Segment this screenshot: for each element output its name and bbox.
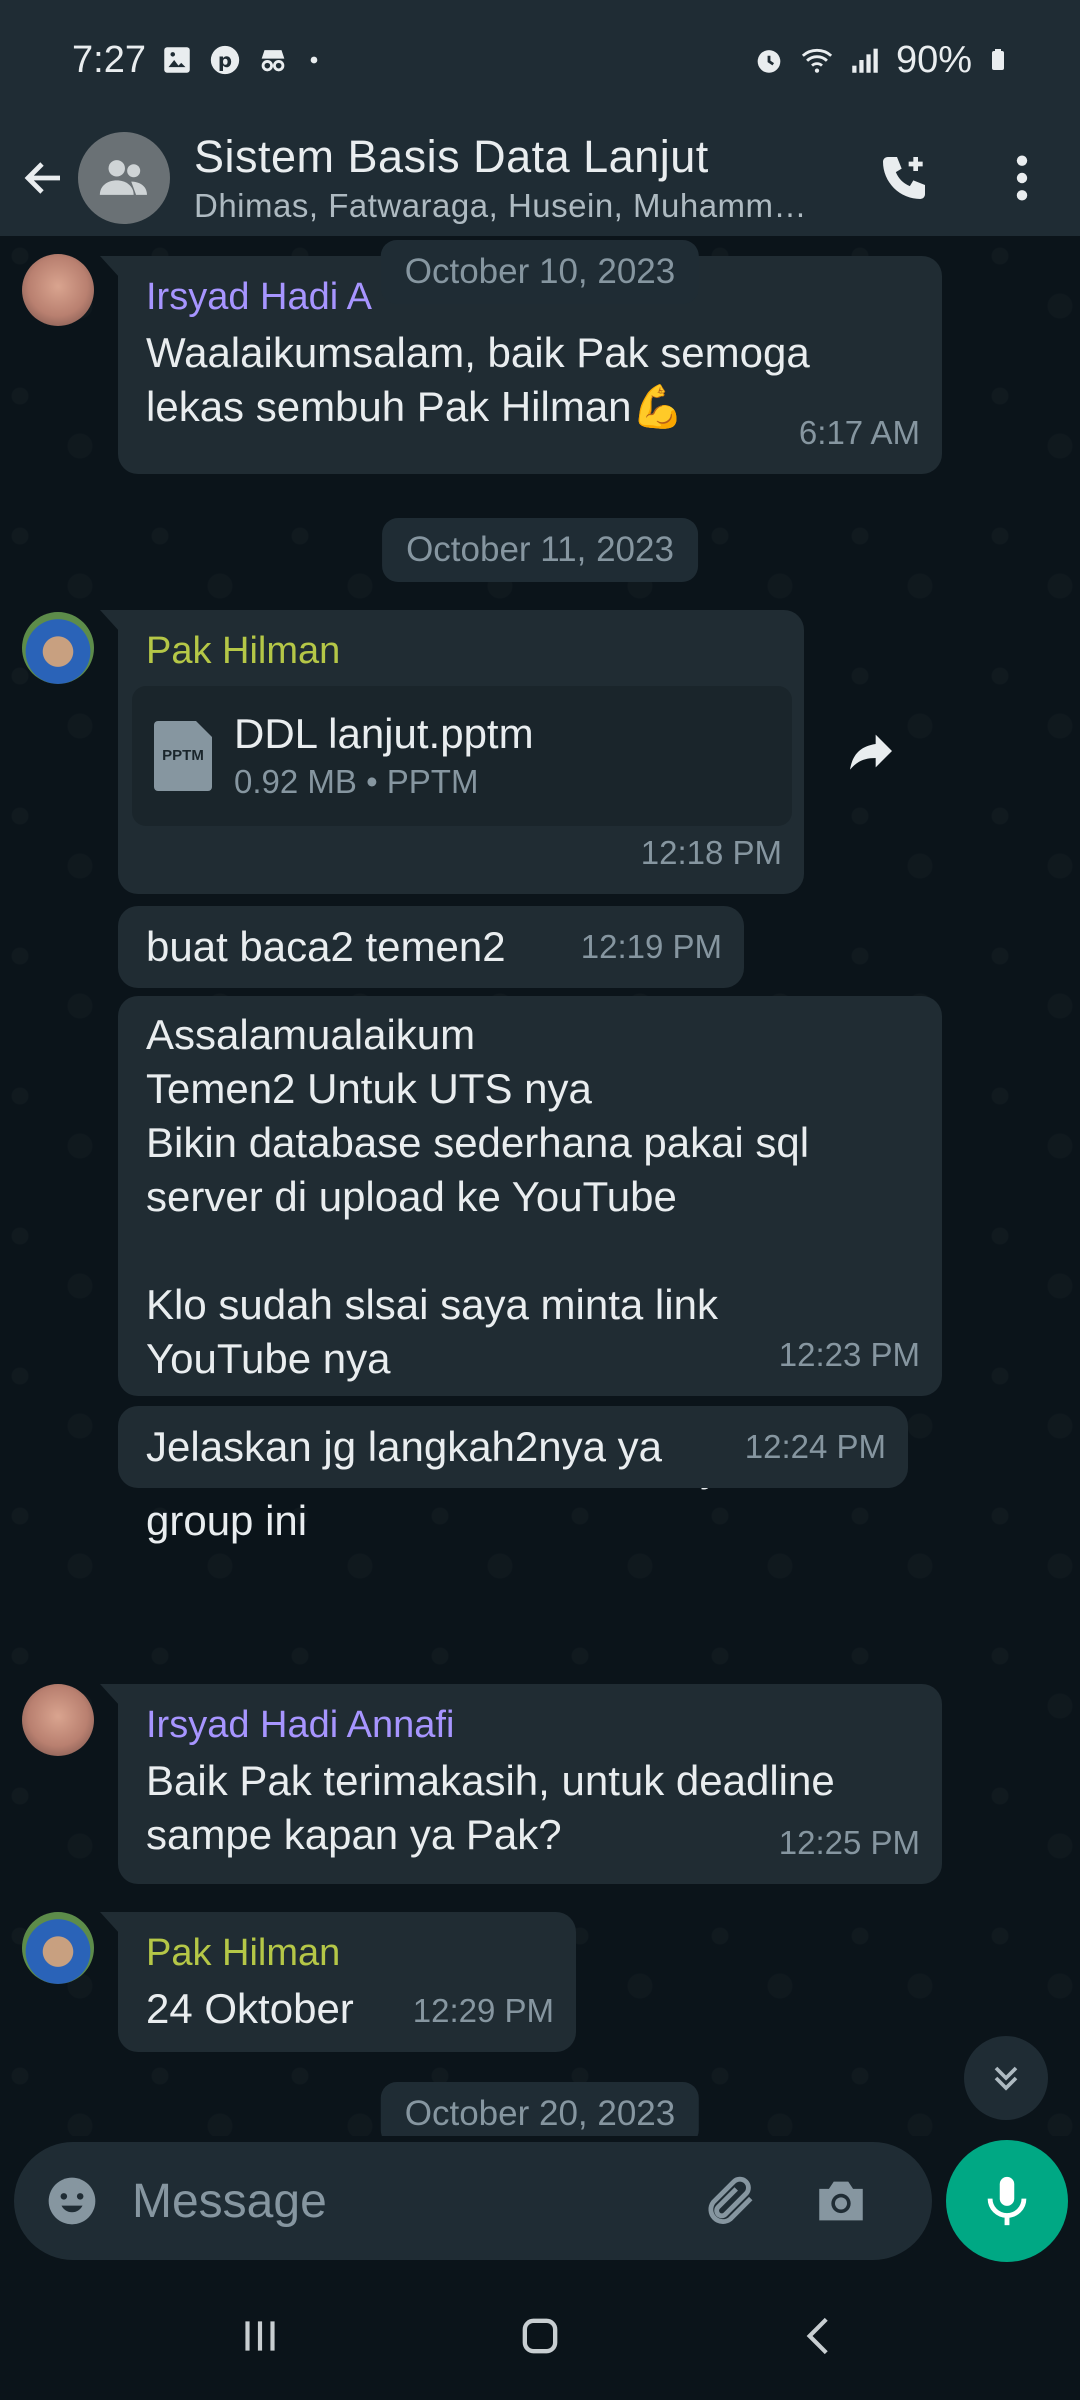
avatar-pak-hilman[interactable] — [22, 1912, 94, 1984]
alarm-icon — [757, 50, 781, 73]
svg-text:p: p — [218, 49, 232, 72]
chat-title-block[interactable]: Sistem Basis Data Lanjut Dhimas, Fatwara… — [194, 131, 874, 225]
group-icon — [99, 160, 147, 195]
dot-icon — [310, 56, 318, 64]
share-arrow-icon — [850, 734, 892, 770]
attach-button[interactable] — [694, 2166, 764, 2236]
sender-name: Pak Hilman — [146, 1932, 341, 1974]
avatar-pak-hilman[interactable] — [22, 612, 94, 684]
home-button[interactable] — [495, 2291, 585, 2381]
avatar-irsyad[interactable] — [22, 254, 94, 326]
file-info: 0.92 MB • PPTM — [234, 763, 479, 800]
arrow-left-icon — [24, 162, 60, 194]
document-icon: PPTM — [154, 721, 212, 791]
voice-message-button[interactable] — [946, 2140, 1068, 2262]
message-bubble[interactable]: Assalamualaikum Temen2 Untuk UTS nya Bik… — [118, 996, 942, 1544]
microphone-icon — [987, 2176, 1027, 2226]
chat-header: Sistem Basis Data Lanjut Dhimas, Fatwara… — [0, 120, 1080, 236]
camera-button[interactable] — [806, 2166, 876, 2236]
message-time: 12:23 PM — [778, 1336, 920, 1373]
message-composer — [14, 2142, 932, 2260]
chevron-left-icon — [806, 2317, 828, 2355]
signal-icon — [852, 48, 878, 73]
double-chevron-down-icon — [994, 2066, 1018, 2091]
forward-button[interactable] — [826, 706, 916, 796]
phone-plus-icon — [883, 157, 925, 199]
incognito-icon — [261, 50, 285, 72]
file-message-bubble[interactable]: Pak Hilman PPTM DDL lanjut.pptm 0.92 MB … — [100, 610, 804, 894]
message-bubble[interactable]: Pak Hilman 24 Oktober 12:29 PM — [100, 1912, 576, 2052]
file-name: DDL lanjut.pptm — [234, 710, 534, 757]
more-options-button[interactable] — [994, 142, 1050, 214]
message-time: 12:29 PM — [412, 1992, 554, 2029]
emoji-icon — [48, 2177, 96, 2225]
system-navigation-bar — [0, 2272, 1080, 2400]
recent-apps-button[interactable] — [215, 2291, 305, 2381]
scroll-to-bottom-button[interactable] — [964, 2036, 1048, 2120]
wifi-icon — [801, 48, 833, 73]
sender-name: Irsyad Hadi Annafi — [146, 1704, 455, 1746]
sender-name: Pak Hilman — [146, 630, 341, 672]
date-chip: October 20, 2023 — [380, 2082, 700, 2136]
message-time: 12:25 PM — [778, 1824, 920, 1861]
status-time: 7:27 — [72, 38, 146, 81]
date-chip: October 10, 2023 — [380, 240, 700, 304]
system-back-button[interactable] — [775, 2291, 865, 2381]
pinterest-icon: p — [210, 45, 240, 75]
date-chip: October 11, 2023 — [382, 518, 698, 582]
message-bubble[interactable]: Irsyad Hadi Annafi Baik Pak terimakasih,… — [100, 1684, 942, 1884]
recent-apps-icon — [245, 2321, 275, 2351]
message-input[interactable] — [132, 2173, 692, 2229]
avatar-irsyad[interactable] — [22, 1684, 94, 1756]
camera-icon — [819, 2181, 863, 2221]
file-attachment[interactable]: PPTM DDL lanjut.pptm 0.92 MB • PPTM — [132, 686, 792, 826]
home-icon — [522, 2318, 558, 2354]
emoji-button[interactable] — [40, 2169, 104, 2233]
battery-icon — [992, 49, 1004, 70]
paperclip-icon — [708, 2176, 753, 2224]
battery-percent: 90% — [895, 38, 972, 81]
gallery-icon — [164, 47, 190, 73]
more-vertical-icon — [1016, 155, 1028, 201]
status-bar: 7:27 p 90% — [0, 0, 1080, 120]
back-button[interactable] — [6, 128, 82, 228]
message-bubble[interactable]: buat baca2 temen2 12:19 PM — [118, 906, 744, 988]
message-time: 6:17 AM — [798, 414, 920, 451]
message-time: 12:24 PM — [744, 1428, 886, 1465]
chat-participants: Dhimas, Fatwaraga, Husein, Muhamm… — [194, 187, 808, 224]
message-time: 12:19 PM — [580, 928, 722, 965]
message-list[interactable]: Irsyad Hadi A Waalaikumsalam, baik Pak s… — [0, 236, 1080, 2136]
message-time: 12:18 PM — [640, 834, 782, 871]
add-call-button[interactable] — [868, 142, 940, 214]
message-bubble[interactable]: Jelaskan jg langkah2nya ya 12:24 PM — [118, 1406, 908, 1488]
group-avatar[interactable] — [78, 132, 170, 224]
chat-title: Sistem Basis Data Lanjut — [194, 131, 709, 182]
